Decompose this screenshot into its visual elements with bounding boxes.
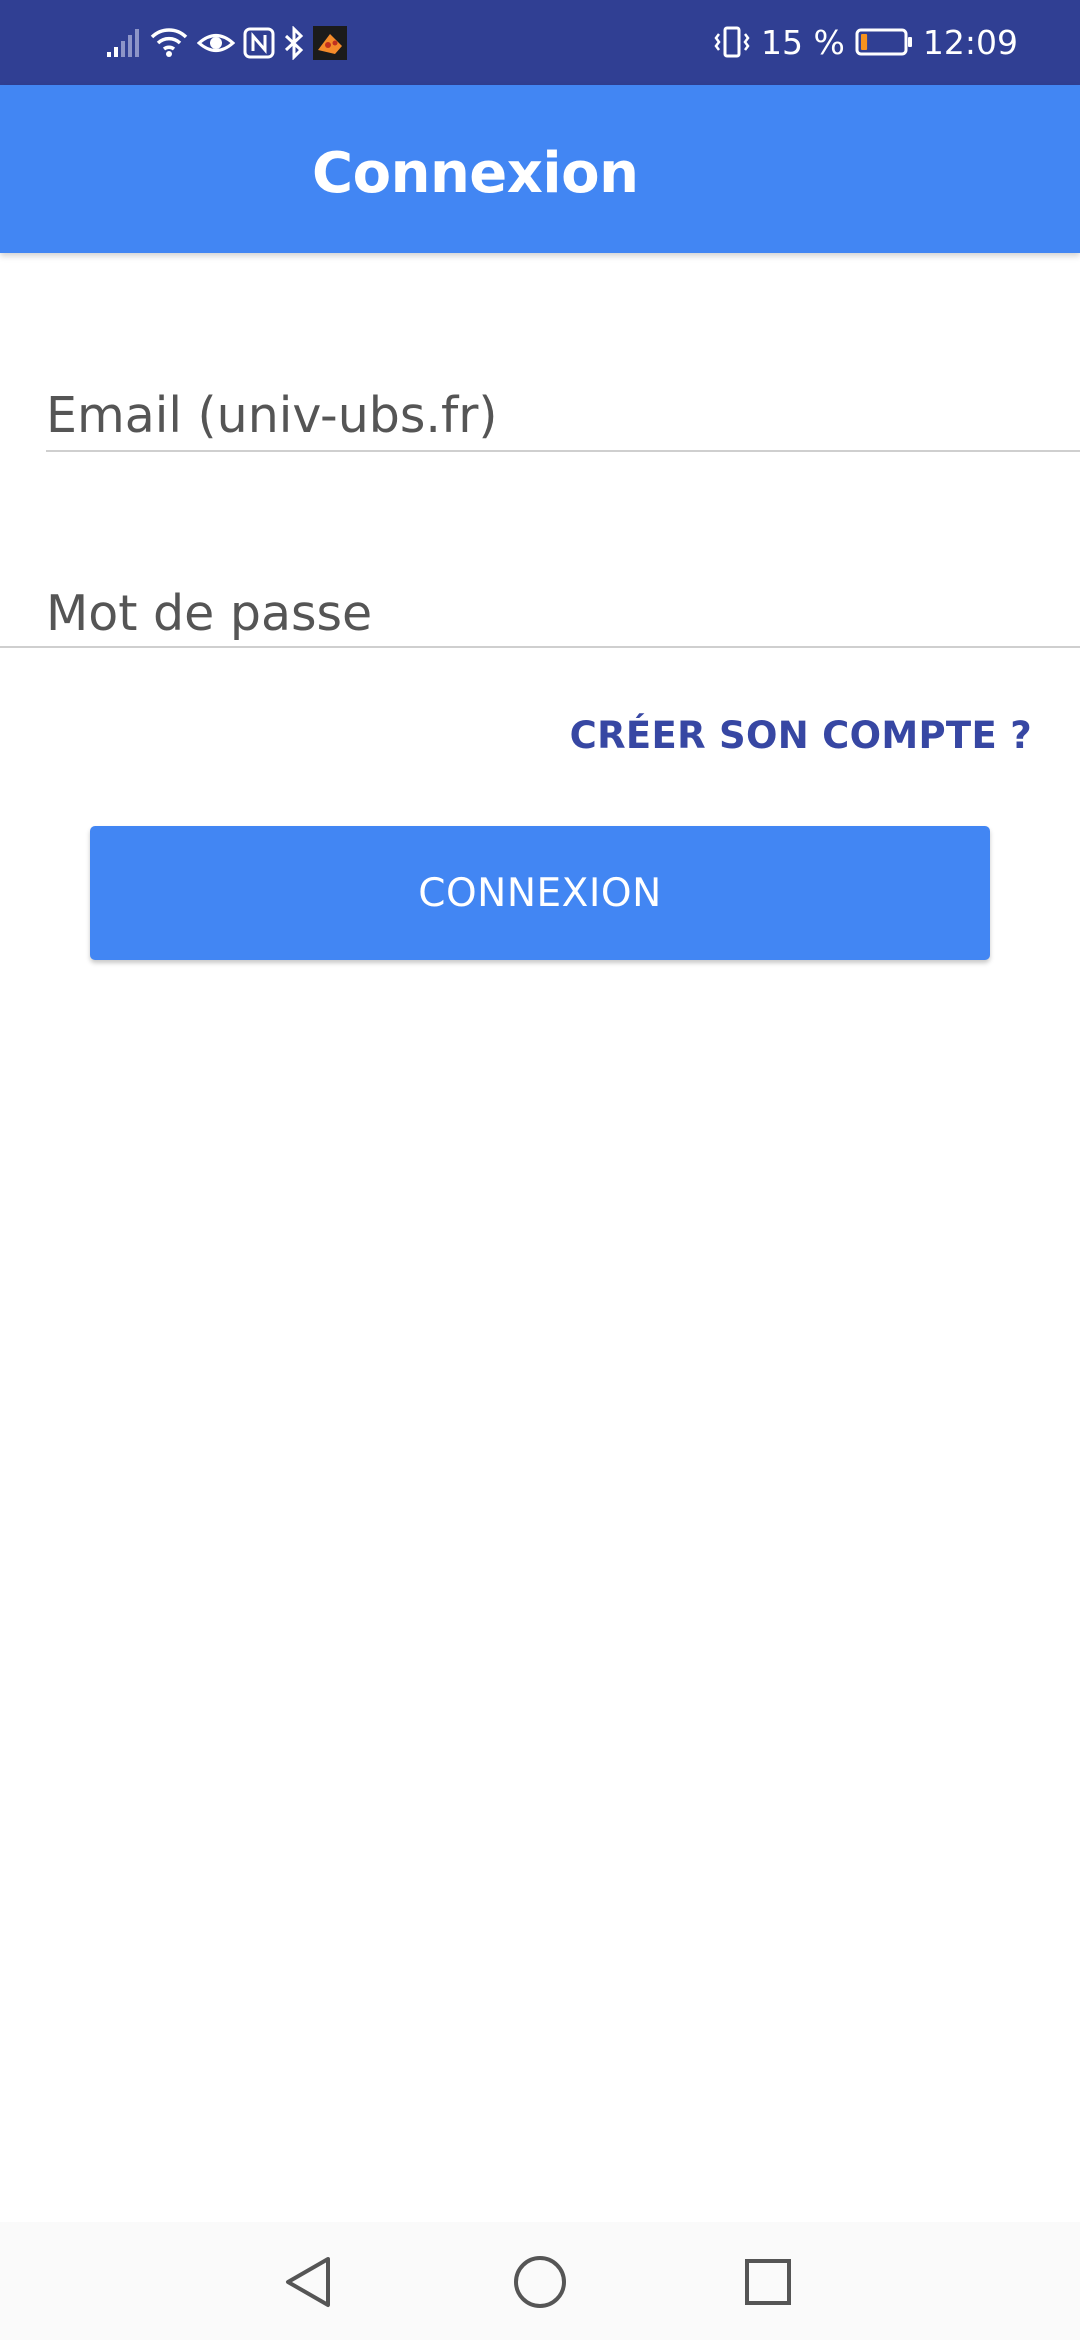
bluetooth-icon [283, 26, 305, 60]
signal-icon [105, 28, 141, 58]
password-field-container [0, 580, 1080, 648]
status-right-icons: 15 % 12:09 [713, 18, 1018, 66]
clock: 12:09 [922, 22, 1018, 62]
battery-percent: 15 % [761, 22, 845, 62]
app-bar: Connexion [0, 85, 1080, 253]
back-icon[interactable] [278, 2252, 338, 2312]
navigation-bar [0, 2222, 1080, 2340]
create-account-link[interactable]: CRÉER SON COMPTE ? [570, 714, 1032, 757]
email-field-container [46, 380, 1080, 452]
battery-icon [855, 27, 913, 57]
nfc-icon [243, 27, 275, 59]
login-screen: 15 % 12:09 Connexion CRÉER SON COMPTE ? … [0, 0, 1080, 2340]
email-field[interactable] [46, 380, 1080, 450]
wifi-icon [149, 26, 189, 60]
recents-icon[interactable] [738, 2252, 798, 2312]
status-bar: 15 % 12:09 [0, 0, 1080, 85]
vibrate-icon [713, 25, 751, 59]
app-notification-icon [313, 26, 347, 60]
home-icon[interactable] [510, 2252, 570, 2312]
status-left-icons [105, 22, 347, 64]
password-field[interactable] [0, 580, 1080, 646]
login-button-label: CONNEXION [418, 870, 662, 916]
login-button[interactable]: CONNEXION [90, 826, 990, 960]
eye-icon [197, 28, 235, 58]
page-title: Connexion [312, 141, 639, 206]
